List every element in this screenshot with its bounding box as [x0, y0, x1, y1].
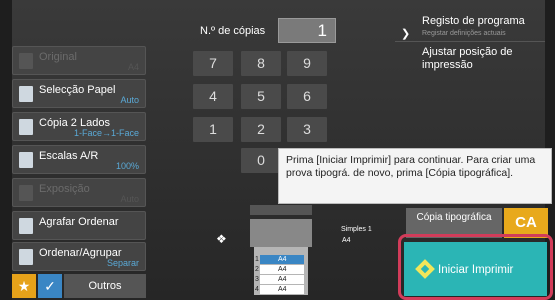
tray-3-size: A4 [278, 276, 287, 283]
sort-icon [19, 249, 33, 265]
tray-3-number: 3 [255, 276, 259, 283]
divider [395, 41, 545, 42]
tray-2-size: A4 [278, 266, 287, 273]
staple-sort-label: Agrafar Ordenar [39, 216, 119, 228]
info-tooltip: Prima [Iniciar Imprimir] para continuar.… [278, 148, 552, 204]
copies-label: N.º de cópias [200, 25, 266, 37]
duplex-icon [19, 119, 33, 135]
exposure-value: Auto [120, 194, 139, 204]
tray-1[interactable]: 1 A4 [255, 255, 304, 264]
staple-sort-button[interactable]: Agrafar Ordenar [12, 211, 146, 240]
document-icon [19, 53, 33, 69]
key-2[interactable]: 2 [241, 117, 281, 142]
exposure-button: Exposição Auto [12, 178, 146, 207]
printer-top [250, 205, 312, 215]
key-0[interactable]: 0 [241, 148, 281, 173]
output-size-label: A4 [342, 237, 351, 244]
printer-preview: 1 A4 2 A4 3 A4 4 A4 [250, 205, 312, 295]
print-position-item[interactable]: Ajustar posição de impressão [422, 46, 522, 72]
tray-4-size: A4 [278, 286, 287, 293]
key-7[interactable]: 7 [193, 51, 233, 76]
bottom-left-bar: ★ ✓ Outros [12, 274, 146, 298]
program-register-subtitle: Registar definições actuais [422, 30, 506, 37]
key-6[interactable]: 6 [287, 84, 327, 109]
start-print-label: Iniciar Imprimir [438, 264, 514, 276]
scale-icon [19, 152, 33, 168]
paper-select-label: Selecção Papel [39, 84, 116, 96]
original-button: Original A4 [12, 46, 146, 75]
chevron-right-icon: ❯ [401, 28, 411, 40]
frame-left [0, 0, 12, 300]
paper-select-button[interactable]: Selecção Papel Auto [12, 79, 146, 108]
tray-1-number: 1 [255, 256, 259, 263]
sort-group-value: Separar [106, 258, 139, 268]
scale-button[interactable]: Escalas A/R 100% [12, 145, 146, 174]
original-label: Original [39, 51, 77, 63]
key-1[interactable]: 1 [193, 117, 233, 142]
key-9[interactable]: 9 [287, 51, 327, 76]
check-icon[interactable]: ✓ [38, 274, 62, 298]
output-paper-icon: ❖ [216, 232, 227, 246]
original-value: A4 [127, 62, 139, 72]
key-4[interactable]: 4 [193, 84, 233, 109]
exposure-icon [19, 185, 33, 201]
staple-icon [19, 218, 33, 234]
duplex-value: 1-Face→1-Face [73, 128, 139, 138]
key-5[interactable]: 5 [241, 84, 281, 109]
star-icon[interactable]: ★ [12, 274, 36, 298]
scale-value: 100% [115, 161, 139, 171]
others-button[interactable]: Outros [64, 274, 146, 298]
printer-base: 1 A4 2 A4 3 A4 4 A4 [254, 247, 308, 295]
tray-4-number: 4 [255, 286, 259, 293]
copies-input[interactable]: 1 [278, 18, 336, 43]
duplex-button[interactable]: Cópia 2 Lados 1-Face→1-Face [12, 112, 146, 141]
paper-icon [19, 86, 33, 102]
program-register-item[interactable]: Registo de programa [422, 15, 525, 27]
tray-1-size: A4 [278, 256, 287, 263]
scale-label: Escalas A/R [39, 150, 99, 162]
printer-body [250, 219, 312, 247]
tray-4[interactable]: 4 A4 [255, 285, 304, 294]
sort-group-button[interactable]: Ordenar/Agrupar Separar [12, 242, 146, 271]
tray-2-number: 2 [255, 266, 259, 273]
tray-3[interactable]: 3 A4 [255, 275, 304, 284]
key-3[interactable]: 3 [287, 117, 327, 142]
print-mode-label: Simples 1 [341, 226, 372, 233]
exposure-label: Exposição [39, 183, 90, 195]
tray-2[interactable]: 2 A4 [255, 265, 304, 274]
paper-select-value: Auto [120, 95, 139, 105]
key-8[interactable]: 8 [241, 51, 281, 76]
